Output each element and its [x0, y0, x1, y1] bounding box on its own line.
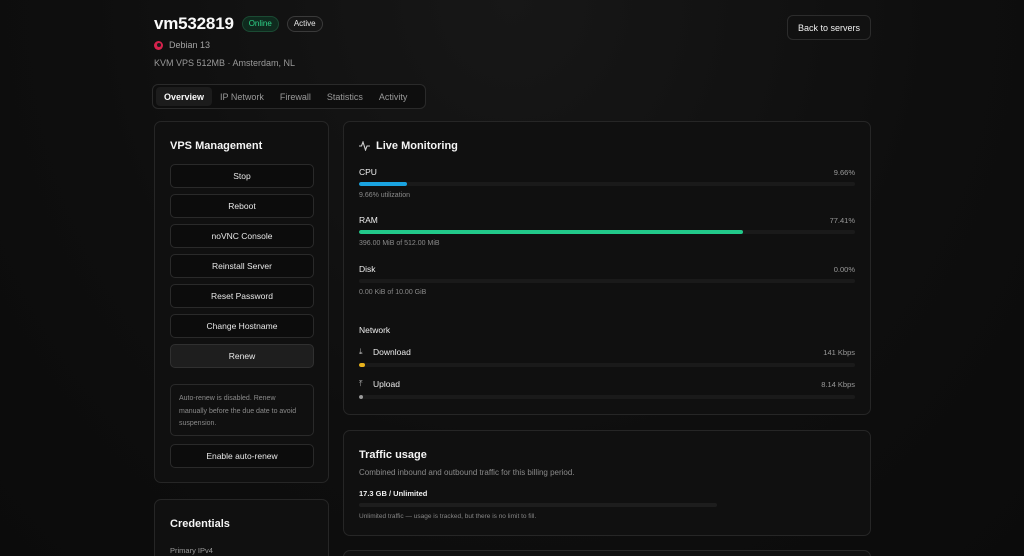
download-bar-fill	[359, 363, 365, 367]
ram-detail: 396.00 MiB of 512.00 MiB	[359, 240, 440, 247]
cpu-bar	[359, 182, 855, 186]
vps-management-title: VPS Management	[170, 140, 263, 152]
live-monitoring-header: Live Monitoring	[359, 140, 458, 152]
credentials-title: Credentials	[170, 518, 230, 530]
download-row: ⤓ Download	[359, 347, 411, 357]
disk-bar	[359, 279, 855, 283]
cpu-detail: 9.66% utilization	[359, 192, 410, 199]
ram-bar	[359, 230, 855, 234]
ram-value: 77.41%	[829, 216, 855, 225]
traffic-description: Combined inbound and outbound traffic fo…	[359, 468, 575, 477]
upload-bar-fill	[359, 395, 363, 399]
download-icon: ⤓	[359, 347, 363, 356]
upload-icon: ⤒	[359, 379, 363, 388]
traffic-bar	[359, 503, 717, 507]
network-label: Network	[359, 325, 391, 335]
upload-row: ⤒ Upload	[359, 379, 400, 389]
status-badge-online: Online	[241, 16, 279, 32]
traffic-footnote: Unlimited traffic — usage is tracked, bu…	[359, 513, 537, 520]
upload-value: 8.14 Kbps	[821, 380, 855, 389]
cpu-label: CPU	[359, 167, 377, 177]
reset-password-button[interactable]: Reset Password	[170, 284, 314, 308]
reinstall-server-button[interactable]: Reinstall Server	[170, 254, 314, 278]
os-name: Debian 13	[169, 40, 211, 50]
upload-label: Upload	[373, 379, 400, 389]
os-row: Debian 13	[154, 40, 210, 50]
server-detail-page: vm532819 Online Active Debian 13 KVM VPS…	[152, 0, 871, 556]
upload-bar	[359, 395, 855, 399]
traffic-amount: 17.3 GB / Unlimited	[359, 489, 428, 498]
back-to-servers-button[interactable]: Back to servers	[786, 15, 871, 40]
status-badge-active: Active	[286, 16, 323, 32]
novnc-console-button[interactable]: noVNC Console	[170, 224, 314, 248]
credentials-card: Credentials Primary IPv4	[154, 499, 329, 556]
disk-value: 0.00%	[833, 265, 855, 274]
ram-bar-fill	[359, 230, 743, 234]
auto-renew-note: Auto-renew is disabled. Renew manually b…	[170, 384, 314, 436]
change-hostname-button[interactable]: Change Hostname	[170, 314, 314, 338]
tab-bar: Overview IP Network Firewall Statistics …	[152, 84, 426, 109]
debian-icon	[154, 40, 163, 50]
title-row: vm532819 Online Active	[154, 14, 323, 34]
live-monitoring-title: Live Monitoring	[376, 140, 458, 152]
next-card	[343, 550, 871, 556]
cpu-value: 9.66%	[833, 168, 855, 177]
traffic-usage-title: Traffic usage	[359, 449, 427, 461]
enable-auto-renew-button[interactable]: Enable auto-renew	[170, 444, 314, 468]
disk-label: Disk	[359, 264, 376, 274]
plan-location: KVM VPS 512MB · Amsterdam, NL	[154, 58, 296, 68]
disk-detail: 0.00 KiB of 10.00 GiB	[359, 289, 427, 296]
ram-label: RAM	[359, 215, 378, 225]
tab-activity[interactable]: Activity	[371, 87, 416, 106]
tab-statistics[interactable]: Statistics	[319, 87, 371, 106]
download-value: 141 Kbps	[823, 348, 855, 357]
primary-ipv4-label: Primary IPv4	[170, 546, 213, 555]
renew-button[interactable]: Renew	[170, 344, 314, 368]
server-title: vm532819	[154, 14, 234, 33]
traffic-usage-card: Traffic usage Combined inbound and outbo…	[343, 430, 871, 536]
tab-overview[interactable]: Overview	[156, 87, 213, 106]
tab-firewall[interactable]: Firewall	[272, 87, 319, 106]
vps-management-card: VPS Management Stop Reboot noVNC Console…	[154, 121, 329, 483]
download-label: Download	[373, 347, 411, 357]
tab-ip-network[interactable]: IP Network	[212, 87, 272, 106]
cpu-bar-fill	[359, 182, 407, 186]
stop-button[interactable]: Stop	[170, 164, 314, 188]
reboot-button[interactable]: Reboot	[170, 194, 314, 218]
live-monitoring-card: Live Monitoring CPU 9.66% 9.66% utilizat…	[343, 121, 871, 415]
activity-pulse-icon	[359, 141, 370, 151]
download-bar	[359, 363, 855, 367]
